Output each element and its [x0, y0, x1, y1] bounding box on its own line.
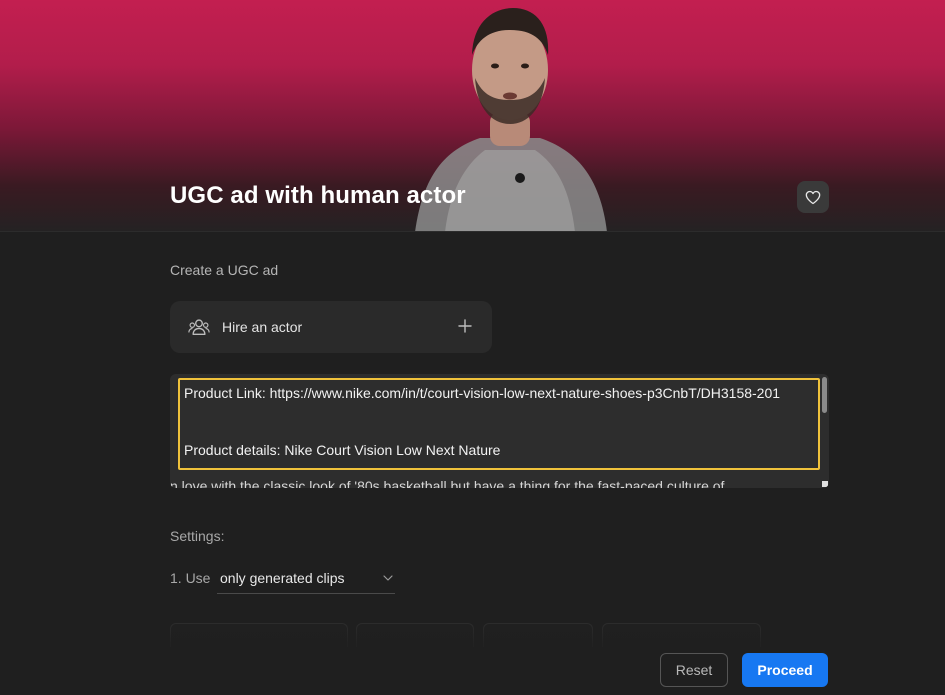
favorite-button[interactable]: [797, 181, 829, 213]
hire-actor-label: Hire an actor: [222, 319, 303, 335]
product-link-text: Product Link: https://www.nike.com/in/t/…: [184, 385, 781, 401]
clip-source-prefix: 1. Use: [170, 570, 211, 586]
users-icon: [188, 319, 210, 335]
reset-button[interactable]: Reset: [660, 653, 728, 687]
chevron-down-icon: [383, 575, 393, 581]
clip-source-value: only generated clips: [220, 570, 345, 586]
product-description-text: n love with the classic look of '80s bas…: [170, 478, 725, 488]
hire-actor-button[interactable]: Hire an actor: [170, 301, 492, 353]
proceed-button[interactable]: Proceed: [742, 653, 828, 687]
textarea-scrollbar[interactable]: [822, 377, 827, 413]
clip-source-select[interactable]: only generated clips: [217, 569, 395, 594]
textarea-resize-handle[interactable]: [822, 481, 828, 487]
option-chip[interactable]: [170, 623, 348, 647]
hero-banner: UGC ad with human actor: [0, 0, 945, 232]
settings-label: Settings:: [170, 528, 225, 544]
section-label: Create a UGC ad: [170, 262, 279, 278]
option-chip[interactable]: [602, 623, 761, 647]
product-details-text: Product details: Nike Court Vision Low N…: [184, 442, 501, 458]
option-chip[interactable]: [356, 623, 474, 647]
prompt-textarea[interactable]: Product Link: https://www.nike.com/in/t/…: [170, 374, 829, 488]
option-chip[interactable]: [483, 623, 593, 647]
heart-icon: [805, 190, 821, 204]
plus-icon[interactable]: [458, 319, 472, 333]
page-title: UGC ad with human actor: [170, 182, 466, 209]
